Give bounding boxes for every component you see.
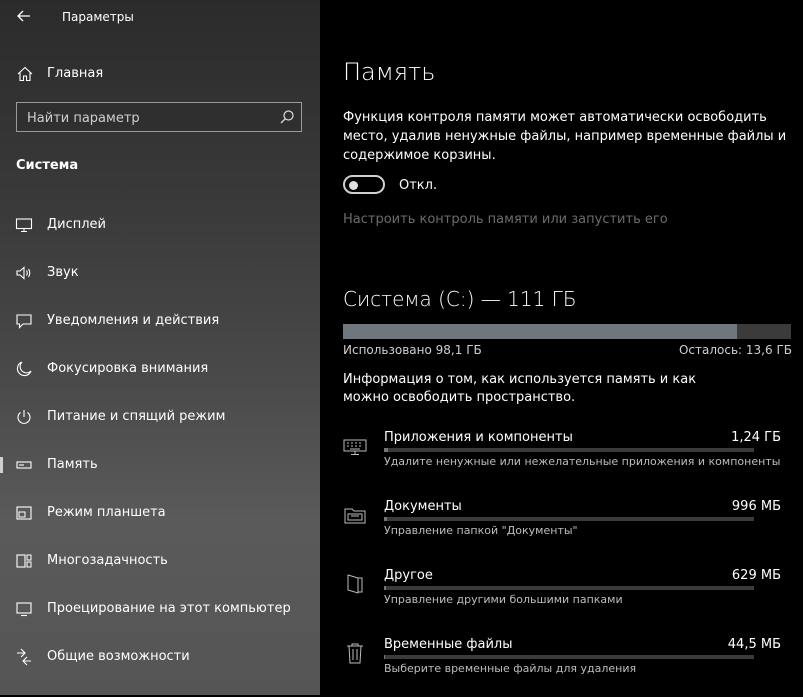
keyboard-icon — [343, 439, 367, 455]
shared-icon — [17, 648, 31, 666]
storage-sense-description: Функция контроля памяти может автоматиче… — [343, 110, 787, 163]
storage-info-text: Информация о том, как используется памят… — [343, 372, 697, 405]
sidebar-item-storage[interactable]: Память — [0, 450, 320, 480]
category-bar-fill — [384, 655, 386, 659]
sidebar-item-projecting[interactable]: Проецирование на этот компьютер — [0, 594, 320, 624]
section-title: Система — [16, 158, 79, 173]
page-title: Память — [343, 58, 436, 86]
sidebar-item-focus-assist[interactable]: Фокусировка внимания — [0, 354, 320, 384]
display-icon — [15, 218, 33, 233]
toggle-knob — [349, 180, 358, 190]
sidebar-item-label: Звук — [47, 265, 79, 280]
sidebar-item-multitasking[interactable]: Многозадачность — [0, 546, 320, 576]
sidebar-item-label: Режим планшета — [47, 505, 166, 520]
category-bar — [384, 517, 754, 521]
back-arrow-icon[interactable] — [14, 6, 34, 26]
sidebar-item-label: Многозадачность — [47, 553, 168, 568]
category-subtitle: Управление другими большими папками — [384, 593, 623, 606]
sidebar-item-notifications[interactable]: Уведомления и действия — [0, 306, 320, 336]
app-title: Параметры — [62, 10, 134, 24]
category-bar — [384, 655, 754, 659]
power-icon — [17, 410, 31, 424]
drive-usage-fill — [343, 324, 738, 339]
folder-icon — [344, 508, 366, 524]
category-name[interactable]: Временные файлы — [384, 637, 512, 652]
sidebar-item-power[interactable]: Питание и спящий режим — [0, 402, 320, 432]
category-bar-fill — [384, 586, 386, 590]
toggle-state-label: Откл. — [399, 178, 438, 193]
configure-storage-sense-link[interactable]: Настроить контроль памяти или запустить … — [343, 212, 668, 227]
category-name[interactable]: Документы — [384, 499, 462, 514]
category-size: 1,24 ГБ — [731, 430, 781, 445]
category-temp-files[interactable]: Временные файлы 44,5 МБ Выберите временн… — [320, 637, 803, 697]
category-bar-fill — [384, 448, 388, 452]
title-bar: Параметры — [0, 0, 320, 34]
sidebar-item-tablet-mode[interactable]: Режим планшета — [0, 498, 320, 528]
sidebar: Параметры Главная Система Дисплей Звук — [0, 0, 320, 695]
category-apps[interactable]: Приложения и компоненты 1,24 ГБ Удалите … — [320, 430, 803, 490]
speaker-icon — [16, 266, 31, 280]
sidebar-item-label: Фокусировка внимания — [47, 361, 209, 376]
category-documents[interactable]: Документы 996 МБ Управление папкой "Доку… — [320, 499, 803, 559]
category-bar — [384, 448, 754, 452]
category-name[interactable]: Другое — [384, 568, 433, 583]
sidebar-item-sound[interactable]: Звук — [0, 258, 320, 288]
category-subtitle: Выберите временные файлы для удаления — [384, 662, 637, 675]
nav-home[interactable]: Главная — [0, 60, 320, 88]
selected-indicator — [0, 457, 3, 473]
notification-icon — [16, 314, 32, 329]
sidebar-item-label: Общие возможности — [47, 649, 190, 664]
category-subtitle: Управление папкой "Документы" — [384, 524, 578, 537]
sidebar-item-shared-experiences[interactable]: Общие возможности — [0, 642, 320, 672]
sidebar-item-label: Память — [47, 457, 98, 472]
sidebar-item-label: Уведомления и действия — [47, 313, 220, 328]
moon-icon — [16, 361, 32, 377]
trash-icon — [347, 643, 363, 664]
main-content: Память Функция контроля памяти может авт… — [320, 0, 803, 695]
storage-icon — [16, 461, 32, 469]
drive-title: Система (C:) — 111 ГБ — [343, 287, 577, 311]
category-bar-fill — [384, 517, 387, 521]
sidebar-item-label: Проецирование на этот компьютер — [47, 601, 291, 616]
category-bar — [384, 586, 754, 590]
search-icon[interactable] — [279, 109, 295, 125]
drive-usage-bar — [343, 324, 791, 339]
sidebar-item-display[interactable]: Дисплей — [0, 210, 320, 240]
other-folder-icon — [347, 574, 363, 594]
home-icon — [17, 66, 33, 82]
category-size: 44,5 МБ — [727, 637, 781, 652]
category-size: 996 МБ — [731, 499, 781, 514]
sidebar-item-label: Дисплей — [47, 217, 107, 232]
multitask-icon — [16, 554, 32, 568]
category-other[interactable]: Другое 629 МБ Управление другими большим… — [320, 568, 803, 628]
search-input[interactable] — [17, 103, 279, 133]
storage-sense-toggle[interactable] — [343, 175, 385, 194]
free-space-label: Осталось: 13,6 ГБ — [678, 343, 792, 357]
projector-icon — [16, 602, 32, 617]
tablet-icon — [16, 506, 32, 520]
category-size: 629 МБ — [731, 568, 781, 583]
sidebar-item-label: Питание и спящий режим — [47, 409, 226, 424]
category-subtitle: Удалите ненужные или нежелательные прило… — [384, 455, 781, 468]
nav-home-label: Главная — [47, 66, 104, 81]
used-space-label: Использовано 98,1 ГБ — [343, 343, 482, 357]
search-box[interactable] — [16, 102, 302, 133]
category-name[interactable]: Приложения и компоненты — [384, 430, 573, 445]
